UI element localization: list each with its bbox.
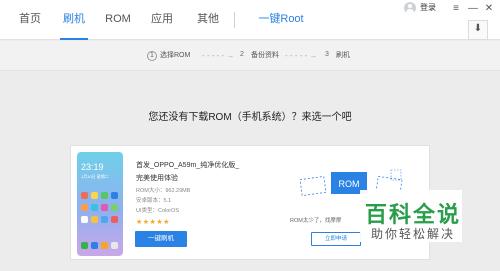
nav-tab-other[interactable]: 其他 (191, 0, 225, 40)
phone-date: 1月10日 星期二 (81, 174, 109, 179)
step-indicator: 1 选择ROM - - - - - → 2 备份资料 - - - - - → 3… (0, 41, 500, 71)
rom-title-continued[interactable]: 完美使用体验 (136, 173, 178, 185)
nav-divider (234, 12, 235, 28)
step-2-number: 2 (240, 51, 244, 58)
app-icon (101, 216, 108, 223)
step-3-label: 刷机 (336, 52, 350, 59)
minimize-icon[interactable]: — (467, 0, 479, 22)
rom-size: ROM大小：962.29MB (136, 188, 191, 194)
app-icon (81, 242, 88, 249)
app-icon (111, 216, 118, 223)
user-avatar-icon[interactable] (404, 2, 416, 14)
rom-ui-type: UI类型：ColorOS (136, 208, 180, 214)
nav-tab-rom[interactable]: ROM (101, 0, 135, 40)
app-icon (111, 192, 118, 199)
app-icon (81, 192, 88, 199)
step-1-label: 选择ROM (160, 52, 191, 59)
nav-tab-flash[interactable]: 刷机 (60, 0, 88, 40)
close-icon[interactable]: ✕ (483, 0, 495, 22)
app-icon (111, 204, 118, 211)
download-manager-button[interactable]: ⬇ (468, 20, 488, 40)
phone-time: 23:19 (81, 162, 104, 172)
watermark-slogan: 助你轻松解决 (371, 227, 456, 241)
app-icon (101, 242, 108, 249)
rom-badge-label: ROM (339, 179, 360, 189)
step-arrow-icon: - - - - - → (202, 51, 235, 60)
app-icon (101, 192, 108, 199)
one-click-flash-button[interactable]: 一键刷机 (135, 231, 187, 247)
app-icon (91, 204, 98, 211)
nav-tab-home[interactable]: 首页 (10, 0, 50, 40)
download-rom-prompt: 您还没有下载ROM（手机系统）？来选一个吧 (148, 112, 352, 123)
rom-request-hint: ROM太少了，找摩摩 (290, 218, 342, 224)
rom-title[interactable]: 首发_OPPO_A59m_纯净优化版_ (136, 160, 239, 172)
phone-preview-image: 23:19 1月10日 星期二 (77, 152, 123, 256)
step-1-number: 1 (147, 51, 157, 61)
app-icon (111, 242, 118, 249)
app-icon (81, 204, 88, 211)
nav-tab-apps[interactable]: 应用 (145, 0, 179, 40)
step-arrow-icon: - - - - - → (285, 51, 318, 60)
step-2-label: 备份资料 (251, 52, 279, 59)
login-link[interactable]: 登录 (420, 0, 436, 16)
rating-stars: ★★★★★ (136, 219, 170, 226)
app-icon (91, 216, 98, 223)
app-icon (81, 216, 88, 223)
app-icon (91, 192, 98, 199)
rom-android-version: 安卓版本：5.1 (136, 198, 172, 204)
app-icon (101, 204, 108, 211)
download-icon: ⬇ (473, 23, 483, 34)
nav-tab-one-click-root[interactable]: 一键Root (252, 0, 310, 40)
top-nav-bar: 首页 刷机 ROM 应用 其他 一键Root 登录 ≡ — ✕ ⬇ (0, 0, 500, 40)
request-now-button[interactable]: 立即申请 (311, 232, 361, 246)
menu-icon[interactable]: ≡ (450, 0, 462, 22)
app-icon (91, 242, 98, 249)
step-3-number: 3 (325, 51, 329, 58)
